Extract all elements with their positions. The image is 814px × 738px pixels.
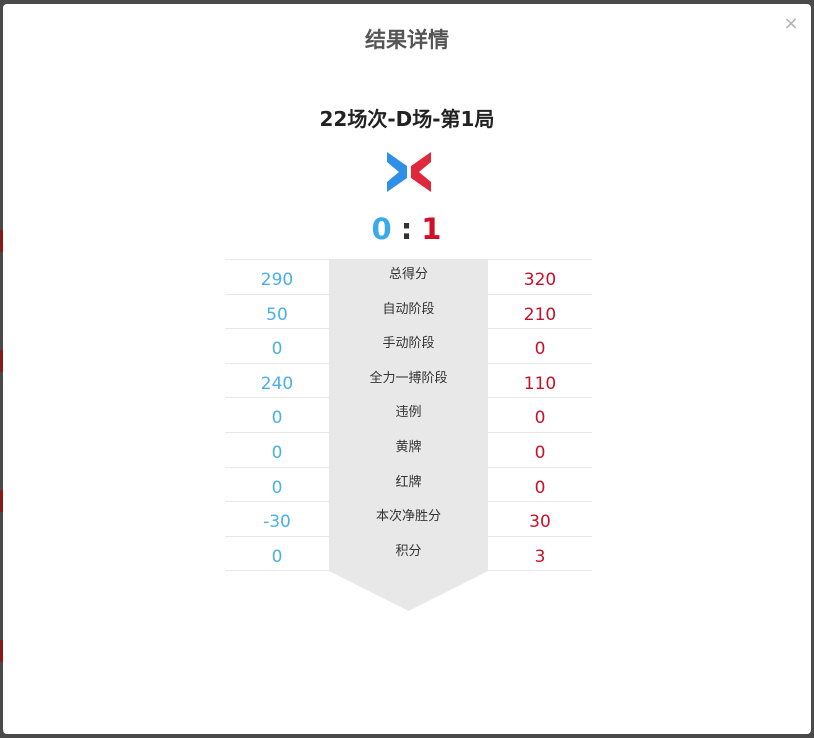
stat-red-value: 320: [488, 259, 592, 293]
stat-label: 手动阶段: [382, 336, 435, 352]
stat-blue-value: 240: [225, 362, 329, 397]
stats-row: 0 积分 3: [225, 535, 592, 570]
stats-row: 290 总得分 320: [225, 259, 592, 293]
stat-red-value: 0: [488, 466, 592, 501]
stats-row: 240 全力一搏阶段 110: [225, 362, 592, 397]
stats-row: 0 黄牌 0: [225, 432, 592, 466]
stat-label: 本次净胜分: [375, 509, 441, 525]
stat-blue-value: 50: [225, 293, 329, 328]
match-score: 0:1: [3, 212, 811, 246]
stat-label: 积分: [395, 543, 422, 559]
stat-label: 红牌: [395, 474, 422, 490]
stat-label: 违例: [395, 405, 422, 421]
stat-blue-value: 0: [225, 535, 329, 570]
stat-blue-value: 0: [225, 397, 329, 431]
stats-row: 0 违例 0: [225, 397, 592, 431]
stats-row: 0 红牌 0: [225, 466, 592, 501]
stat-label: 黄牌: [395, 440, 422, 455]
stat-label: 总得分: [388, 267, 428, 282]
score-separator: :: [400, 212, 414, 246]
stat-blue-value: 290: [225, 259, 329, 293]
stat-blue-value: 0: [225, 466, 329, 501]
close-icon[interactable]: ×: [783, 15, 799, 33]
stat-red-value: 30: [488, 501, 592, 535]
stat-red-value: 210: [488, 293, 592, 328]
stat-red-value: 0: [488, 328, 592, 362]
modal-title: 结果详情: [365, 28, 449, 52]
stat-red-value: 0: [488, 397, 592, 431]
stat-label: 自动阶段: [382, 301, 435, 317]
stat-blue-value: 0: [225, 328, 329, 362]
score-red: 1: [421, 212, 443, 246]
stats-table: 290 总得分 320 50 自动阶段 210 0 手动阶段 0 240 全力一搏阶段 110 0 违例 0…: [225, 259, 592, 611]
stats-row: 0 手动阶段 0: [225, 328, 592, 362]
stat-blue-value: -30: [225, 501, 329, 535]
score-blue: 0: [371, 212, 393, 246]
versus-logo-icon: [387, 152, 431, 192]
result-details-modal: 结果详情 × 22场次-D场-第1局 0:1 290 总得分 320 50 自动阶段 21…: [3, 4, 811, 734]
row-divider: [225, 570, 329, 572]
stats-row: -30 本次净胜分 30: [225, 501, 592, 535]
stat-red-value: 0: [488, 432, 592, 466]
stat-blue-value: 0: [225, 432, 329, 466]
stats-row: 50 自动阶段 210: [225, 293, 592, 328]
row-divider: [488, 570, 592, 572]
stat-label: 全力一搏阶段: [369, 370, 448, 386]
stat-red-value: 110: [488, 362, 592, 397]
stat-red-value: 3: [488, 535, 592, 570]
match-title: 22场次-D场-第1局: [319, 107, 495, 131]
